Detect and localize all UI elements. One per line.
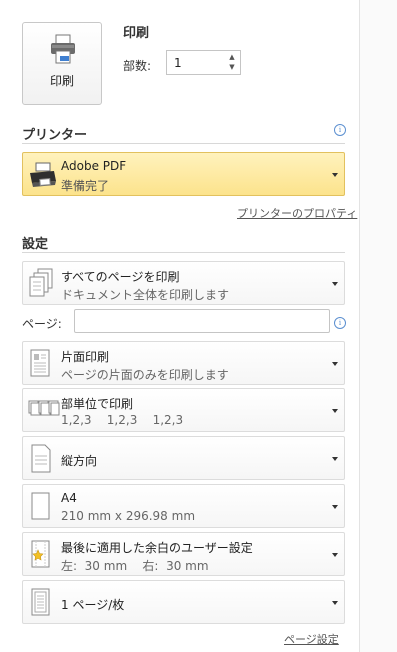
- pages-info-icon[interactable]: i: [334, 317, 346, 329]
- settings-divider: [22, 252, 345, 253]
- print-scope-arrow-icon: [332, 282, 338, 286]
- orientation-arrow-icon: [332, 457, 338, 461]
- print-button[interactable]: 印刷: [22, 22, 102, 105]
- copies-stepper[interactable]: 1 ▲ ▼: [166, 50, 241, 75]
- printer-dropdown[interactable]: Adobe PDF 準備完了: [22, 152, 345, 196]
- pages-per-sheet-arrow-icon: [332, 601, 338, 605]
- portrait-icon: [31, 444, 51, 473]
- collate-icon: [28, 400, 60, 416]
- all-pages-icon: [29, 268, 53, 297]
- printer-icon: [51, 34, 75, 64]
- page-setup-link[interactable]: ページ設定: [284, 631, 339, 647]
- copies-up-icon[interactable]: ▲: [227, 52, 237, 62]
- print-scope-subtitle: ドキュメント全体を印刷します: [61, 288, 230, 302]
- copies-label: 部数:: [123, 59, 152, 73]
- pages-label: ページ:: [22, 317, 62, 331]
- collate-subtitle: 1,2,3 1,2,3 1,2,3: [61, 413, 184, 427]
- settings-section-title: 設定: [22, 237, 49, 252]
- printer-name: Adobe PDF: [61, 159, 127, 173]
- paper-size-dropdown[interactable]: A4 210 mm x 296.98 mm: [22, 484, 345, 528]
- printer-properties-link[interactable]: プリンターのプロパティ: [237, 205, 357, 221]
- margins-title: 最後に適用した余白のユーザー設定: [61, 541, 253, 555]
- printer-section-title: プリンター: [22, 128, 88, 143]
- sides-title: 片面印刷: [61, 350, 110, 364]
- printer-dropdown-arrow-icon: [332, 173, 338, 177]
- margins-subtitle: 左: 30 mm 右: 30 mm: [61, 559, 209, 573]
- orientation-dropdown[interactable]: 縦方向: [22, 436, 345, 480]
- margins-arrow-icon: [332, 553, 338, 557]
- preview-area-edge: [360, 0, 397, 652]
- printer-info-icon[interactable]: i: [334, 124, 346, 136]
- pages-per-sheet-title: 1 ページ/枚: [61, 598, 125, 612]
- custom-margins-icon: [31, 540, 50, 568]
- collate-dropdown[interactable]: 部単位で印刷 1,2,3 1,2,3 1,2,3: [22, 388, 345, 432]
- printer-device-icon: [30, 162, 56, 187]
- paper-size-arrow-icon: [332, 505, 338, 509]
- one-page-per-sheet-icon: [31, 588, 50, 616]
- collate-title: 部単位で印刷: [61, 397, 134, 411]
- print-scope-dropdown[interactable]: すべてのページを印刷 ドキュメント全体を印刷します: [22, 261, 345, 305]
- sides-dropdown[interactable]: 片面印刷 ページの片面のみを印刷します: [22, 341, 345, 385]
- print-scope-title: すべてのページを印刷: [61, 270, 180, 284]
- margins-dropdown[interactable]: 最後に適用した余白のユーザー設定 左: 30 mm 右: 30 mm: [22, 532, 345, 576]
- sides-subtitle: ページの片面のみを印刷します: [61, 368, 229, 382]
- pages-per-sheet-dropdown[interactable]: 1 ページ/枚: [22, 580, 345, 624]
- print-panel: 印刷 印刷 部数: 1 ▲ ▼ プリンター i Adobe PDF 準備完了 プ…: [0, 0, 362, 652]
- one-sided-icon: [30, 349, 50, 377]
- paper-size-title: A4: [61, 491, 77, 505]
- orientation-title: 縦方向: [61, 454, 98, 468]
- paper-icon: [31, 492, 50, 520]
- paper-size-subtitle: 210 mm x 296.98 mm: [61, 509, 196, 523]
- copies-down-icon[interactable]: ▼: [227, 62, 237, 72]
- collate-arrow-icon: [332, 409, 338, 413]
- printer-status: 準備完了: [61, 179, 110, 193]
- print-button-label: 印刷: [49, 74, 74, 88]
- printer-divider: [22, 143, 345, 144]
- copies-value: 1: [174, 56, 182, 70]
- sides-arrow-icon: [332, 362, 338, 366]
- print-title: 印刷: [123, 26, 150, 41]
- pages-input[interactable]: [74, 309, 330, 333]
